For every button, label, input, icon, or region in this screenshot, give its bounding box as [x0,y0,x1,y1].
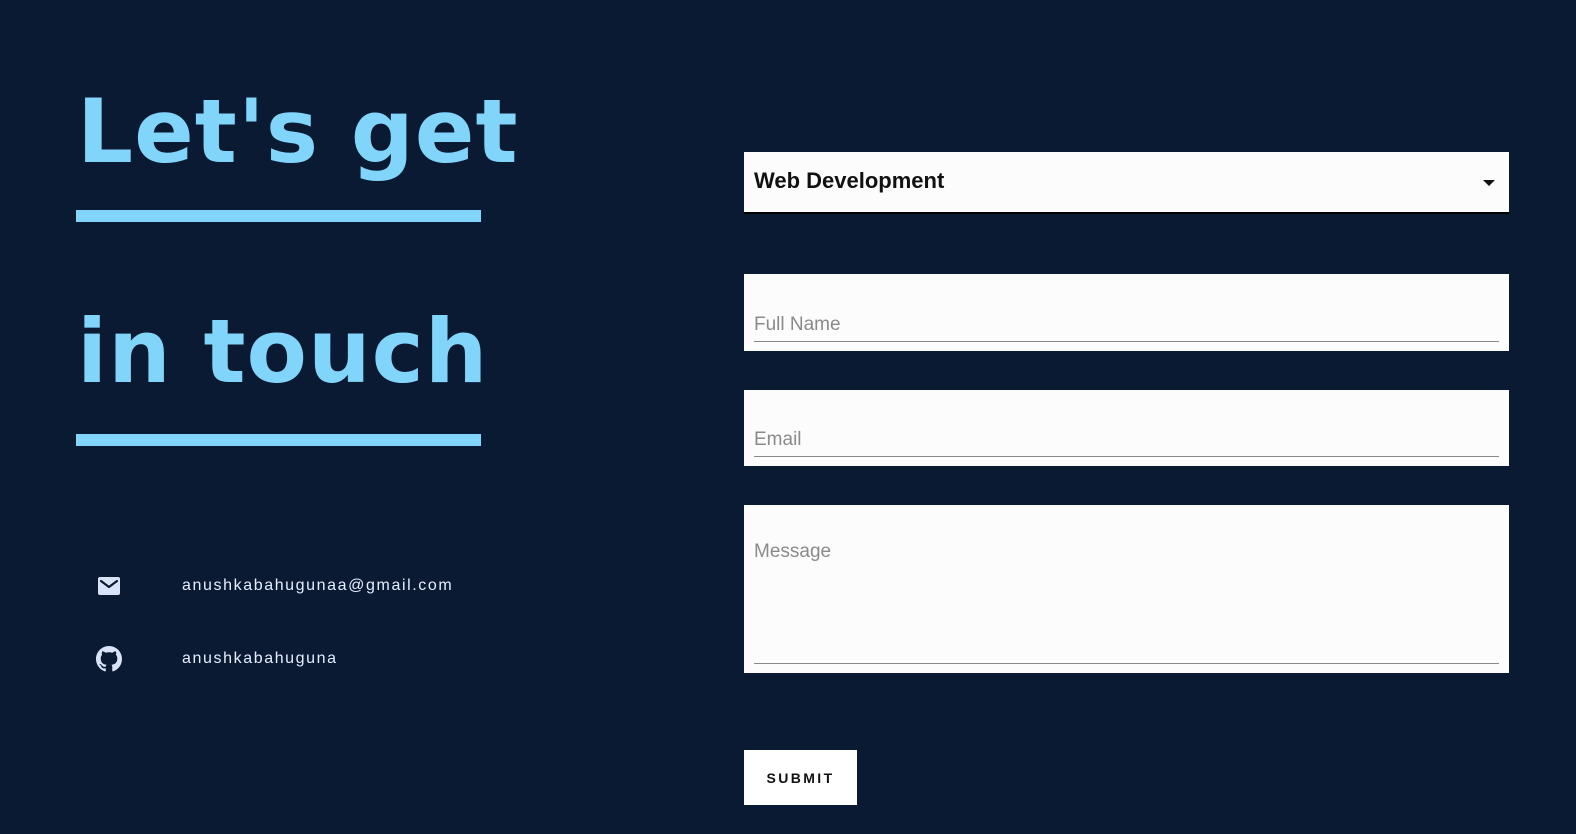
message-field-box [744,505,1509,673]
contact-email-row[interactable]: anushkabahugunaa@gmail.com [96,572,452,600]
full-name-field-box [744,274,1509,351]
github-icon [96,646,122,672]
mail-icon [96,573,122,599]
submit-button[interactable]: SUBMIT [744,750,857,805]
heading-line-1: Let's get [77,80,519,183]
heading-underline-1 [76,210,481,222]
message-textarea[interactable] [754,539,1499,664]
service-select-value: Web Development [754,168,945,193]
heading-line-2: in touch [77,300,489,403]
email-field-box [744,390,1509,466]
contact-email-text: anushkabahugunaa@gmail.com [182,577,454,594]
heading-underline-2 [76,434,481,446]
contact-github-row[interactable]: anushkabahuguna [96,645,336,673]
contact-page: Let's get in touch anushkabahugunaa@gmai… [0,0,1576,834]
service-select[interactable]: Web Development [744,152,1509,214]
email-input[interactable] [754,423,1499,457]
contact-github-text: anushkabahuguna [182,650,338,667]
chevron-down-icon [1483,180,1495,186]
full-name-input[interactable] [754,308,1499,342]
